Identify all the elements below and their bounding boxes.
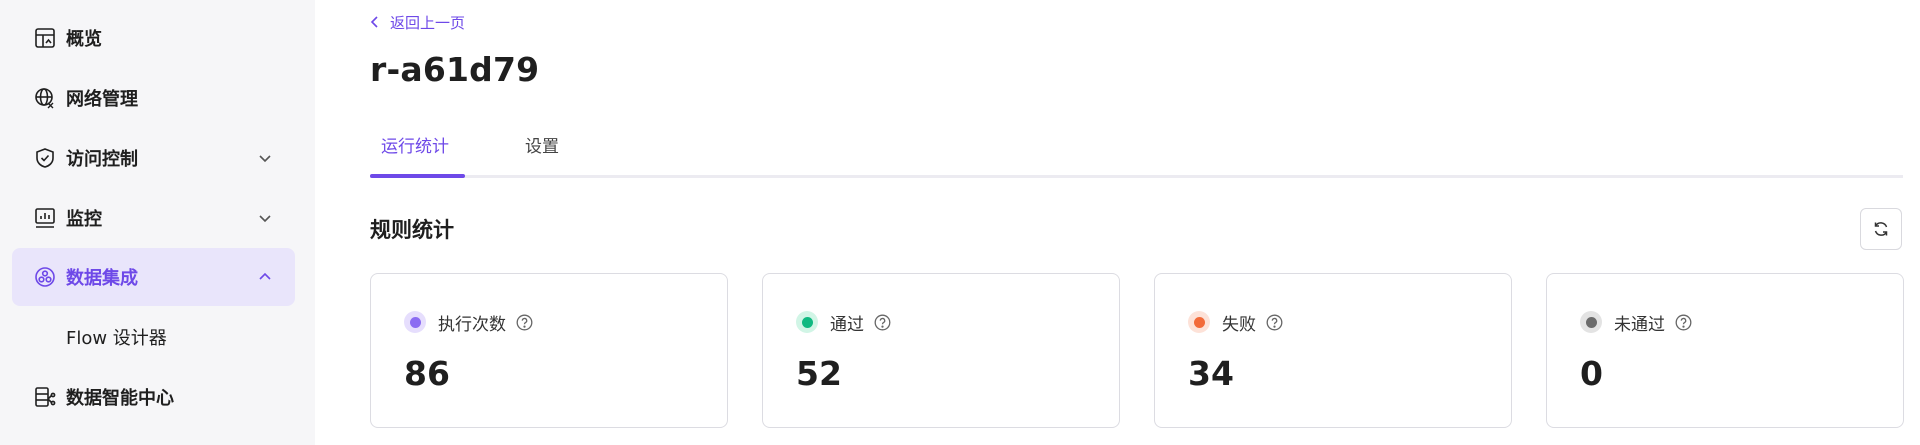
stat-value: 52 [796, 354, 842, 393]
sidebar: 概览 网络管理 访问控制 监控 数据集成 Flow 设计器 数据智能中心 [0, 0, 315, 445]
sidebar-item-label: 数据集成 [66, 268, 138, 289]
chevron-left-icon [370, 16, 378, 28]
sidebar-item-label: 数据智能中心 [66, 388, 174, 409]
back-link[interactable]: 返回上一页 [370, 10, 465, 34]
sidebar-item-label: 访问控制 [66, 149, 138, 170]
back-label: 返回上一页 [390, 13, 466, 32]
active-tab-indicator [370, 174, 465, 178]
sidebar-item-access-control[interactable]: 访问控制 [12, 129, 295, 187]
sidebar-item-label: 监控 [66, 209, 102, 230]
sidebar-item-data-intelligence[interactable]: 数据智能中心 [12, 368, 295, 426]
dashboard-icon [34, 27, 56, 49]
tab-divider [370, 175, 1903, 178]
status-dot [1188, 311, 1210, 333]
status-dot [796, 311, 818, 333]
stat-card-failed: 失败 34 [1154, 273, 1512, 428]
stat-value: 0 [1580, 354, 1603, 393]
tab-bar: 运行统计 设置 [370, 124, 1903, 178]
stat-card-not-passed: 未通过 0 [1546, 273, 1904, 428]
shield-check-icon [34, 147, 56, 169]
stat-value: 34 [1188, 354, 1234, 393]
help-icon[interactable] [1675, 314, 1692, 331]
sidebar-item-monitoring[interactable]: 监控 [12, 189, 295, 247]
stat-card-passed: 通过 52 [762, 273, 1120, 428]
monitor-chart-icon [34, 207, 56, 229]
help-icon[interactable] [874, 314, 891, 331]
chevron-down-icon [257, 150, 273, 166]
help-icon[interactable] [1266, 314, 1283, 331]
chevron-down-icon [257, 210, 273, 226]
refresh-button[interactable] [1860, 208, 1902, 250]
sidebar-item-data-integration[interactable]: 数据集成 [12, 248, 295, 306]
stat-label: 失败 [1222, 314, 1256, 335]
sidebar-item-label: 网络管理 [66, 89, 138, 110]
sidebar-item-network[interactable]: 网络管理 [12, 69, 295, 127]
chevron-up-icon [257, 269, 273, 285]
data-integration-icon [34, 266, 56, 288]
refresh-icon [1874, 222, 1888, 236]
sidebar-item-label: Flow 设计器 [66, 328, 167, 349]
tab-run-stats[interactable]: 运行统计 [381, 132, 449, 157]
tab-settings[interactable]: 设置 [525, 132, 559, 157]
help-icon[interactable] [516, 314, 533, 331]
sidebar-item-overview[interactable]: 概览 [12, 9, 295, 67]
stat-card-executions: 执行次数 86 [370, 273, 728, 428]
sidebar-item-label: 概览 [66, 29, 102, 50]
stat-label: 未通过 [1614, 314, 1665, 335]
status-dot [404, 311, 426, 333]
main-content: 返回上一页 r-a61d79 运行统计 设置 规则统计 执行次数 86 通过 5… [315, 0, 1920, 445]
globe-icon [34, 87, 56, 109]
stat-label: 执行次数 [438, 314, 506, 335]
status-dot [1580, 311, 1602, 333]
sidebar-item-flow-designer[interactable]: Flow 设计器 [12, 308, 295, 366]
data-intelligence-icon [34, 386, 56, 408]
stat-value: 86 [404, 354, 450, 393]
page-title: r-a61d79 [370, 50, 540, 89]
stat-label: 通过 [830, 314, 864, 335]
section-title: 规则统计 [370, 218, 454, 242]
